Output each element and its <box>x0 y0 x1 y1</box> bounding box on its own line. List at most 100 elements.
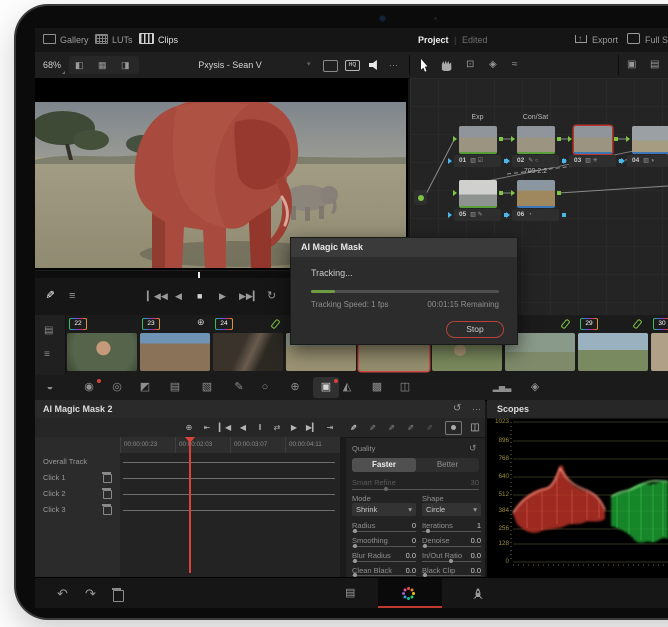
mode-dropdown[interactable]: Shrink ▾ <box>352 503 416 516</box>
param-slider[interactable] <box>422 573 481 577</box>
node-06[interactable]: 709 2.2 06 ◔ <box>506 168 566 221</box>
node-04[interactable]: 04 ▥ ◑ <box>621 126 668 167</box>
curves-tool[interactable]: ◩ <box>135 375 155 400</box>
clip-thumbnail[interactable] <box>140 333 210 371</box>
project-tab[interactable]: Project <box>418 28 449 52</box>
faster-option[interactable]: Faster <box>352 458 416 472</box>
param-slider[interactable] <box>352 529 416 533</box>
audio-icon[interactable] <box>369 60 377 70</box>
clip-thumbnail[interactable] <box>213 333 283 371</box>
node-tree-tool[interactable]: ⊡ <box>466 52 474 78</box>
clip-thumbnail[interactable] <box>651 333 668 371</box>
clip-thumbnail[interactable] <box>67 333 137 371</box>
stills-button[interactable]: ▣ <box>627 52 636 78</box>
skip-end-button[interactable]: ▶▶▎ <box>239 278 260 315</box>
viewer-more-button[interactable]: ··· <box>389 52 398 78</box>
node-02[interactable]: Con/Sat 02 ✎ ○ <box>506 114 566 167</box>
stop-button[interactable]: Stop <box>446 321 504 338</box>
adjustments-icon[interactable]: ≡ <box>44 349 50 360</box>
single-view-button[interactable]: ◧ <box>75 56 84 74</box>
play-reverse-button[interactable]: ◀ <box>175 278 182 315</box>
hand-tool-icon[interactable] <box>441 60 452 71</box>
param-slider[interactable] <box>422 559 481 563</box>
qualifier-tool[interactable]: ▤ <box>165 375 185 400</box>
node-01[interactable]: Exp 01 ▥ ☑ <box>448 114 508 167</box>
hdr-wheels-tool[interactable]: ◎ <box>107 375 127 400</box>
scopes-toggle[interactable]: ▂▅▃ <box>492 375 512 400</box>
overlay-toggle[interactable] <box>445 421 462 435</box>
skip-start-button[interactable]: ▎◀◀ <box>147 278 168 315</box>
magic-mask-tool[interactable]: ▣ <box>316 375 336 400</box>
source-node[interactable] <box>414 190 427 205</box>
color-wheels-tool[interactable]: ◉ <box>79 375 99 400</box>
quality-reset-icon[interactable]: ↺ <box>469 443 477 454</box>
layers-tool[interactable]: ◈ <box>489 52 497 78</box>
deliver-page-button[interactable] <box>471 587 485 601</box>
gallery-button[interactable]: Gallery <box>43 28 89 52</box>
track-reverse-button[interactable]: ◀ <box>235 418 251 437</box>
step-end-button[interactable]: ▶▎ <box>304 418 320 437</box>
zoom-level-button[interactable]: 68% <box>43 52 61 78</box>
pause-button[interactable]: ‖ <box>252 418 268 437</box>
stop-button[interactable]: ■ <box>197 278 202 315</box>
grid-view-button[interactable]: ▦ <box>98 56 107 74</box>
camera-raw-tool[interactable]: ◒ <box>40 375 60 400</box>
undo-button[interactable]: ↶ <box>57 578 68 608</box>
delete-track-icon[interactable] <box>102 488 112 499</box>
panel-more-button[interactable]: ··· <box>472 400 481 418</box>
split-view-button[interactable]: ◨ <box>121 56 130 74</box>
node-05[interactable]: 05 ▥ ✎ <box>448 180 508 221</box>
delete-button[interactable] <box>112 588 124 602</box>
wipe-layers-icon[interactable]: ≡ <box>69 278 75 315</box>
edit-page-button[interactable]: ▤ <box>345 578 355 608</box>
clip-title-dropdown[interactable]: Pxysis - Sean V <box>155 52 305 78</box>
play-button[interactable]: ▶ <box>219 278 226 315</box>
eraser-picker[interactable]: ✎ <box>420 420 439 436</box>
mixer-tool[interactable]: ≈ <box>512 52 518 78</box>
subtract-point-picker[interactable]: ✎ <box>401 420 420 436</box>
delete-track-icon[interactable] <box>102 504 112 515</box>
picker-tool[interactable]: ✎ <box>229 375 249 400</box>
param-slider[interactable] <box>422 544 481 548</box>
step-start-button[interactable]: ▎◀ <box>217 418 233 437</box>
full-screen-button[interactable]: Full Screen <box>627 28 668 52</box>
goto-out-button[interactable]: ⇥ <box>322 418 338 437</box>
keyframes-toggle[interactable]: ◈ <box>525 375 545 400</box>
track-forward-button[interactable]: ▶ <box>286 418 302 437</box>
goto-in-button[interactable]: ⇤ <box>199 418 215 437</box>
window-tool[interactable]: ○ <box>255 375 275 400</box>
add-tracker-button[interactable]: ⊕ <box>181 418 197 437</box>
better-option[interactable]: Better <box>416 458 479 472</box>
timeline-lanes[interactable] <box>120 453 340 577</box>
timeline-ruler[interactable]: 00:00:00:23 00:00:02:03 00:00:03:07 00:0… <box>120 437 340 454</box>
param-slider[interactable] <box>352 544 416 548</box>
luts-button[interactable]: LUTs <box>95 28 133 52</box>
lut-browser-button[interactable]: ▤ <box>650 52 659 78</box>
track-bidirectional-button[interactable]: ⇄ <box>269 418 285 437</box>
subtract-stroke-picker[interactable]: ✎ <box>363 420 382 436</box>
panel-reset-icon[interactable]: ↺ <box>453 400 461 418</box>
param-slider[interactable] <box>422 529 481 533</box>
stabilizer-tool[interactable]: ◫ <box>395 375 415 400</box>
blur-tool[interactable]: ◭ <box>337 375 357 400</box>
param-slider[interactable] <box>352 559 416 563</box>
delete-track-icon[interactable] <box>102 472 112 483</box>
color-page-button[interactable] <box>407 592 410 595</box>
timeline-playhead[interactable] <box>189 437 191 573</box>
redo-button[interactable]: ↷ <box>85 578 96 608</box>
tracker-tool[interactable]: ⊕ <box>285 375 305 400</box>
clip-thumbnail[interactable] <box>578 333 648 371</box>
param-slider[interactable] <box>352 573 416 577</box>
add-stroke-picker[interactable]: ✎ <box>344 420 363 436</box>
hq-toggle[interactable]: HQ <box>345 60 360 71</box>
clips-button[interactable]: Clips <box>139 28 178 52</box>
export-button[interactable]: Export <box>575 28 618 52</box>
warper-tool[interactable]: ▧ <box>197 375 217 400</box>
mask-overlay-button[interactable]: ◫ <box>467 418 483 437</box>
node-03-selected[interactable]: 03 ▥ ✳ <box>563 126 623 167</box>
pointer-tool-icon[interactable] <box>421 59 428 72</box>
loop-button[interactable]: ↻ <box>267 278 276 315</box>
color-picker-icon[interactable]: ✎ <box>43 290 56 299</box>
smart-refine-slider[interactable] <box>352 487 479 491</box>
patch-replacer-tool[interactable]: ▩ <box>367 375 387 400</box>
